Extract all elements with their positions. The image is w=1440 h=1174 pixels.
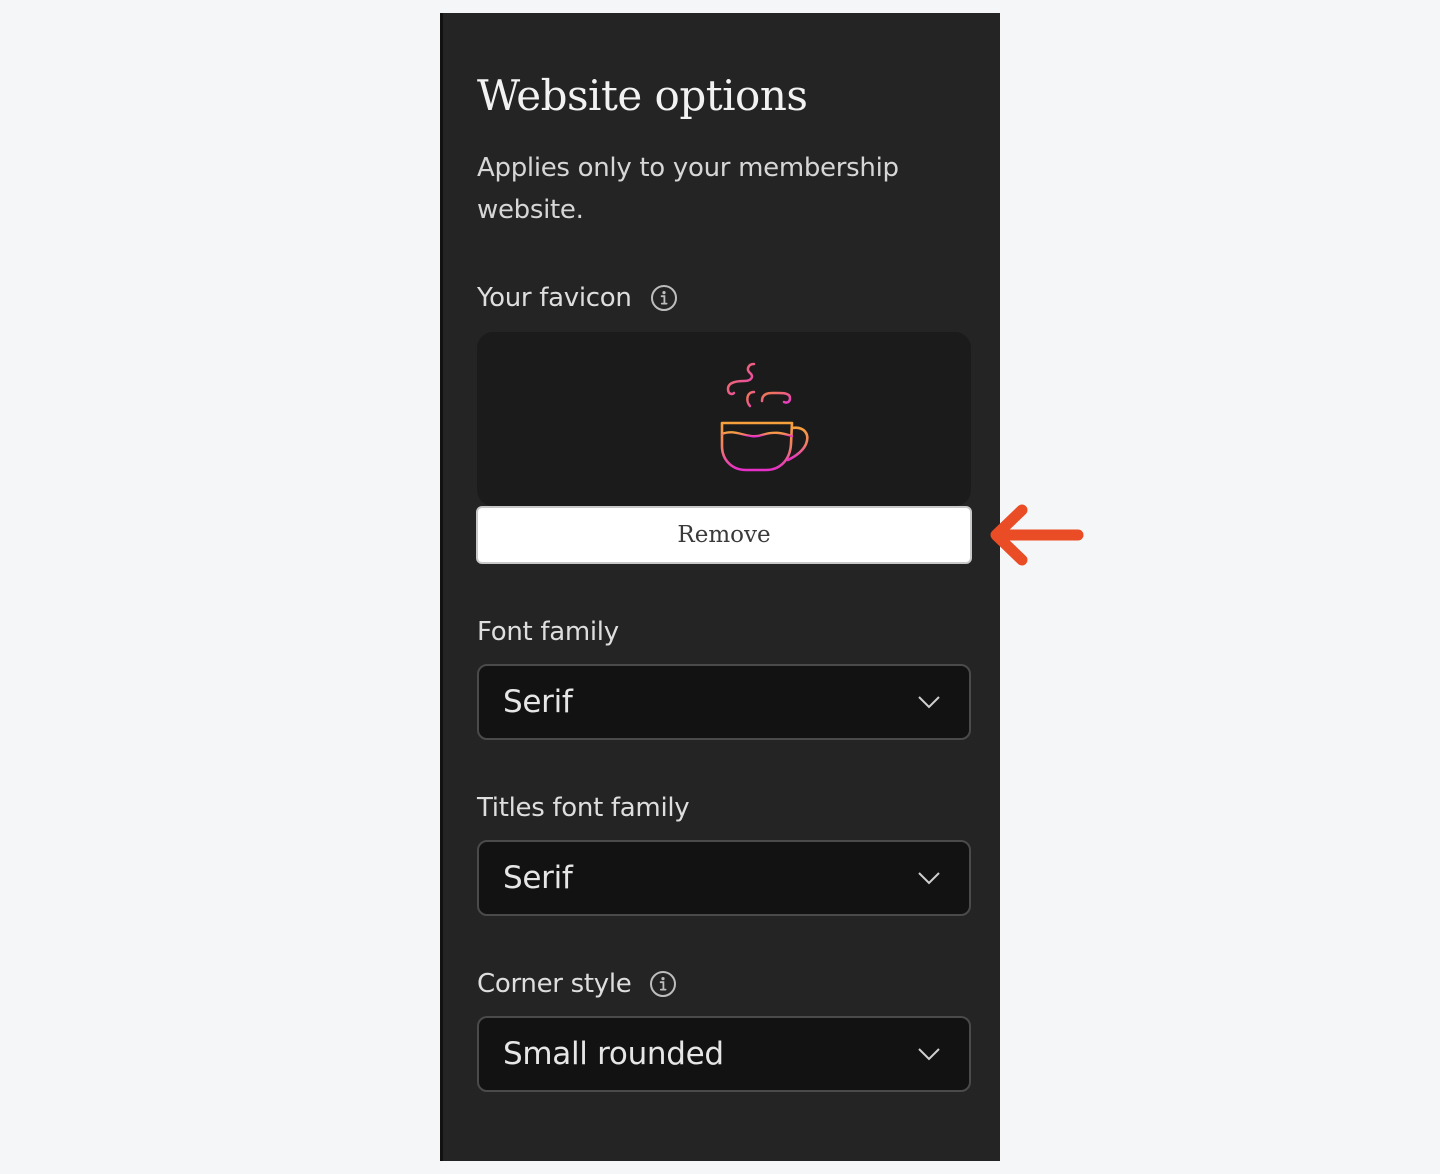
- coffee-cup-icon: [720, 362, 809, 472]
- favicon-label: Your favicon: [477, 283, 632, 313]
- arrow-left-icon: [990, 504, 1084, 566]
- corner-style-value: Small rounded: [503, 1036, 724, 1072]
- remove-favicon-button[interactable]: Remove: [476, 506, 972, 564]
- chevron-down-icon: [918, 872, 940, 885]
- font-family-value: Serif: [503, 684, 573, 720]
- panel-subtitle: Applies only to your membership website.: [477, 153, 899, 225]
- chevron-down-icon: [918, 1048, 940, 1061]
- font-family-label-text: Font family: [477, 617, 619, 647]
- favicon-preview: [477, 332, 971, 506]
- titles-font-family-select[interactable]: Serif: [477, 840, 971, 916]
- titles-font-family-value: Serif: [503, 860, 573, 896]
- titles-font-family-label: Titles font family: [477, 792, 690, 824]
- font-family-select[interactable]: Serif: [477, 664, 971, 740]
- panel-title: Website options: [477, 71, 808, 120]
- favicon-label-row: Your favicon: [477, 282, 678, 314]
- info-icon[interactable]: [649, 970, 677, 998]
- info-icon[interactable]: [650, 284, 678, 312]
- corner-style-select[interactable]: Small rounded: [477, 1016, 971, 1092]
- font-family-label: Font family: [477, 616, 619, 648]
- titles-font-family-label-text: Titles font family: [477, 793, 690, 823]
- panel-left-border: [440, 13, 443, 1161]
- chevron-down-icon: [918, 696, 940, 709]
- website-options-panel: Website options Applies only to your mem…: [440, 13, 1000, 1161]
- corner-style-label: Corner style: [477, 969, 632, 999]
- corner-style-label-row: Corner style: [477, 968, 677, 1000]
